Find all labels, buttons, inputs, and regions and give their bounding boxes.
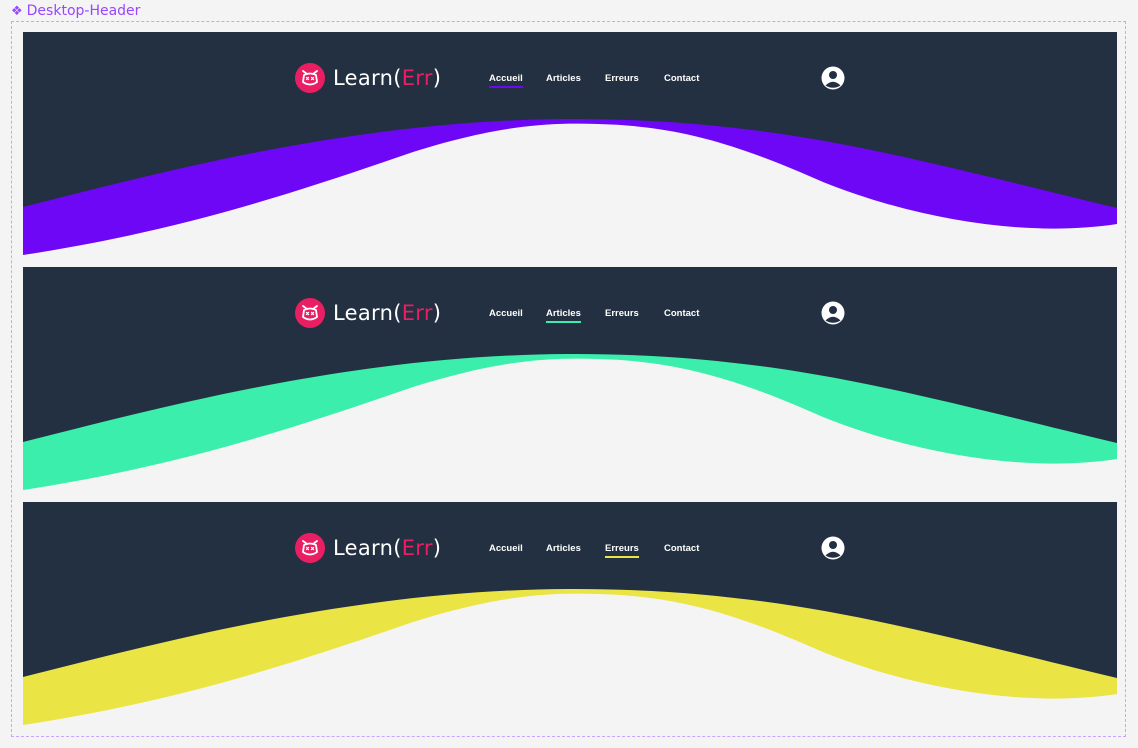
user-avatar-button[interactable] (821, 301, 845, 325)
brand-name: Learn(Err) (333, 66, 442, 90)
robot-logo-icon (295, 533, 325, 563)
nav-item-contact[interactable]: Contact (664, 543, 699, 558)
nav-item-accueil[interactable]: Accueil (489, 73, 523, 88)
robot-logo-icon (295, 298, 325, 328)
nav-item-accueil[interactable]: Accueil (489, 308, 523, 323)
header-variant-2: Learn(Err) Accueil Articles Erreurs Cont… (23, 267, 1117, 490)
user-avatar-icon (821, 536, 845, 560)
brand-name: Learn(Err) (333, 536, 442, 560)
robot-logo-icon (295, 63, 325, 93)
navbar: Learn(Err) Accueil Articles Erreurs Cont… (23, 32, 1117, 124)
navbar: Learn(Err) Accueil Articles Erreurs Cont… (23, 502, 1117, 594)
active-underline (489, 86, 523, 88)
frame-label[interactable]: ❖ Desktop-Header (11, 3, 140, 19)
nav-item-erreurs[interactable]: Erreurs (605, 73, 639, 88)
user-avatar-icon (821, 66, 845, 90)
nav-item-accueil[interactable]: Accueil (489, 543, 523, 558)
nav-item-articles[interactable]: Articles (546, 543, 581, 558)
brand-logo[interactable]: Learn(Err) (295, 298, 441, 328)
nav-item-erreurs[interactable]: Erreurs (605, 308, 639, 323)
navbar: Learn(Err) Accueil Articles Erreurs Cont… (23, 267, 1117, 359)
nav-item-articles[interactable]: Articles (546, 308, 581, 323)
nav-item-contact[interactable]: Contact (664, 73, 699, 88)
user-avatar-button[interactable] (821, 66, 845, 90)
brand-logo[interactable]: Learn(Err) (295, 533, 441, 563)
nav-item-erreurs[interactable]: Erreurs (605, 543, 639, 558)
brand-name: Learn(Err) (333, 301, 442, 325)
frame-label-text: Desktop-Header (26, 3, 141, 19)
header-variant-3: Learn(Err) Accueil Articles Erreurs Cont… (23, 502, 1117, 725)
header-variant-1: Learn(Err) Accueil Articles Erreurs Cont… (23, 32, 1117, 255)
user-avatar-icon (821, 301, 845, 325)
user-avatar-button[interactable] (821, 536, 845, 560)
active-underline (546, 321, 581, 323)
brand-logo[interactable]: Learn(Err) (295, 63, 441, 93)
component-diamond-icon: ❖ (11, 3, 23, 19)
nav-item-articles[interactable]: Articles (546, 73, 581, 88)
active-underline (605, 556, 639, 558)
nav-item-contact[interactable]: Contact (664, 308, 699, 323)
